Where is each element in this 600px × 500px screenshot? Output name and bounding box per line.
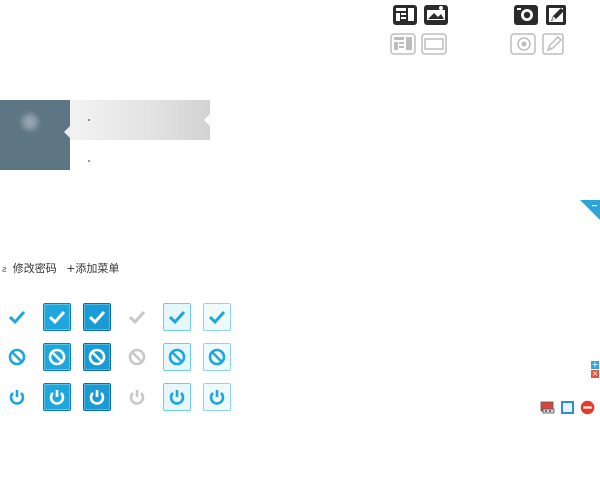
avatar [22,114,38,130]
info-dot [88,119,90,121]
ban-icon[interactable] [163,343,191,371]
edit-document-icon[interactable] [544,4,570,26]
power-icon[interactable] [123,383,151,411]
camera-icon[interactable] [513,4,539,26]
info-dot [88,160,90,162]
image-frame-icon[interactable] [423,4,449,26]
check-icon[interactable] [3,303,31,331]
check-icon[interactable] [163,303,191,331]
avatar-panel [0,100,70,170]
check-icon[interactable] [83,303,111,331]
key-icon: ƨ [2,265,7,275]
power-icon[interactable] [83,383,111,411]
check-icon[interactable] [43,303,71,331]
power-icon[interactable] [3,383,31,411]
newspaper-icon[interactable] [392,4,418,26]
close-icon[interactable]: × [591,370,599,378]
info-bar-pointer [64,126,70,138]
newspaper-icon[interactable] [390,33,416,55]
ban-icon[interactable] [3,343,31,371]
power-icon[interactable] [163,383,191,411]
ban-icon[interactable] [203,343,231,371]
camera-icon[interactable] [510,33,536,55]
check-icon[interactable] [123,303,151,331]
plus-icon[interactable]: + [591,361,599,369]
power-icon[interactable] [43,383,71,411]
image-frame-icon[interactable] [421,33,447,55]
info-bar-notch [204,114,210,126]
edit-document-icon[interactable] [541,33,567,55]
corner-collapse-tab[interactable] [580,200,600,220]
card-reader-icon[interactable] [540,400,555,415]
account-links: ƨ 修改密码 +添加菜单 [2,260,125,276]
power-icon[interactable] [203,383,231,411]
ban-icon[interactable] [43,343,71,371]
check-icon[interactable] [203,303,231,331]
frame-icon[interactable] [560,400,575,415]
remove-icon[interactable] [580,400,595,415]
change-password-link[interactable]: 修改密码 [13,262,57,275]
info-bar [70,100,210,140]
ban-icon[interactable] [123,343,151,371]
add-menu-link[interactable]: +添加菜单 [66,262,119,275]
ban-icon[interactable] [83,343,111,371]
